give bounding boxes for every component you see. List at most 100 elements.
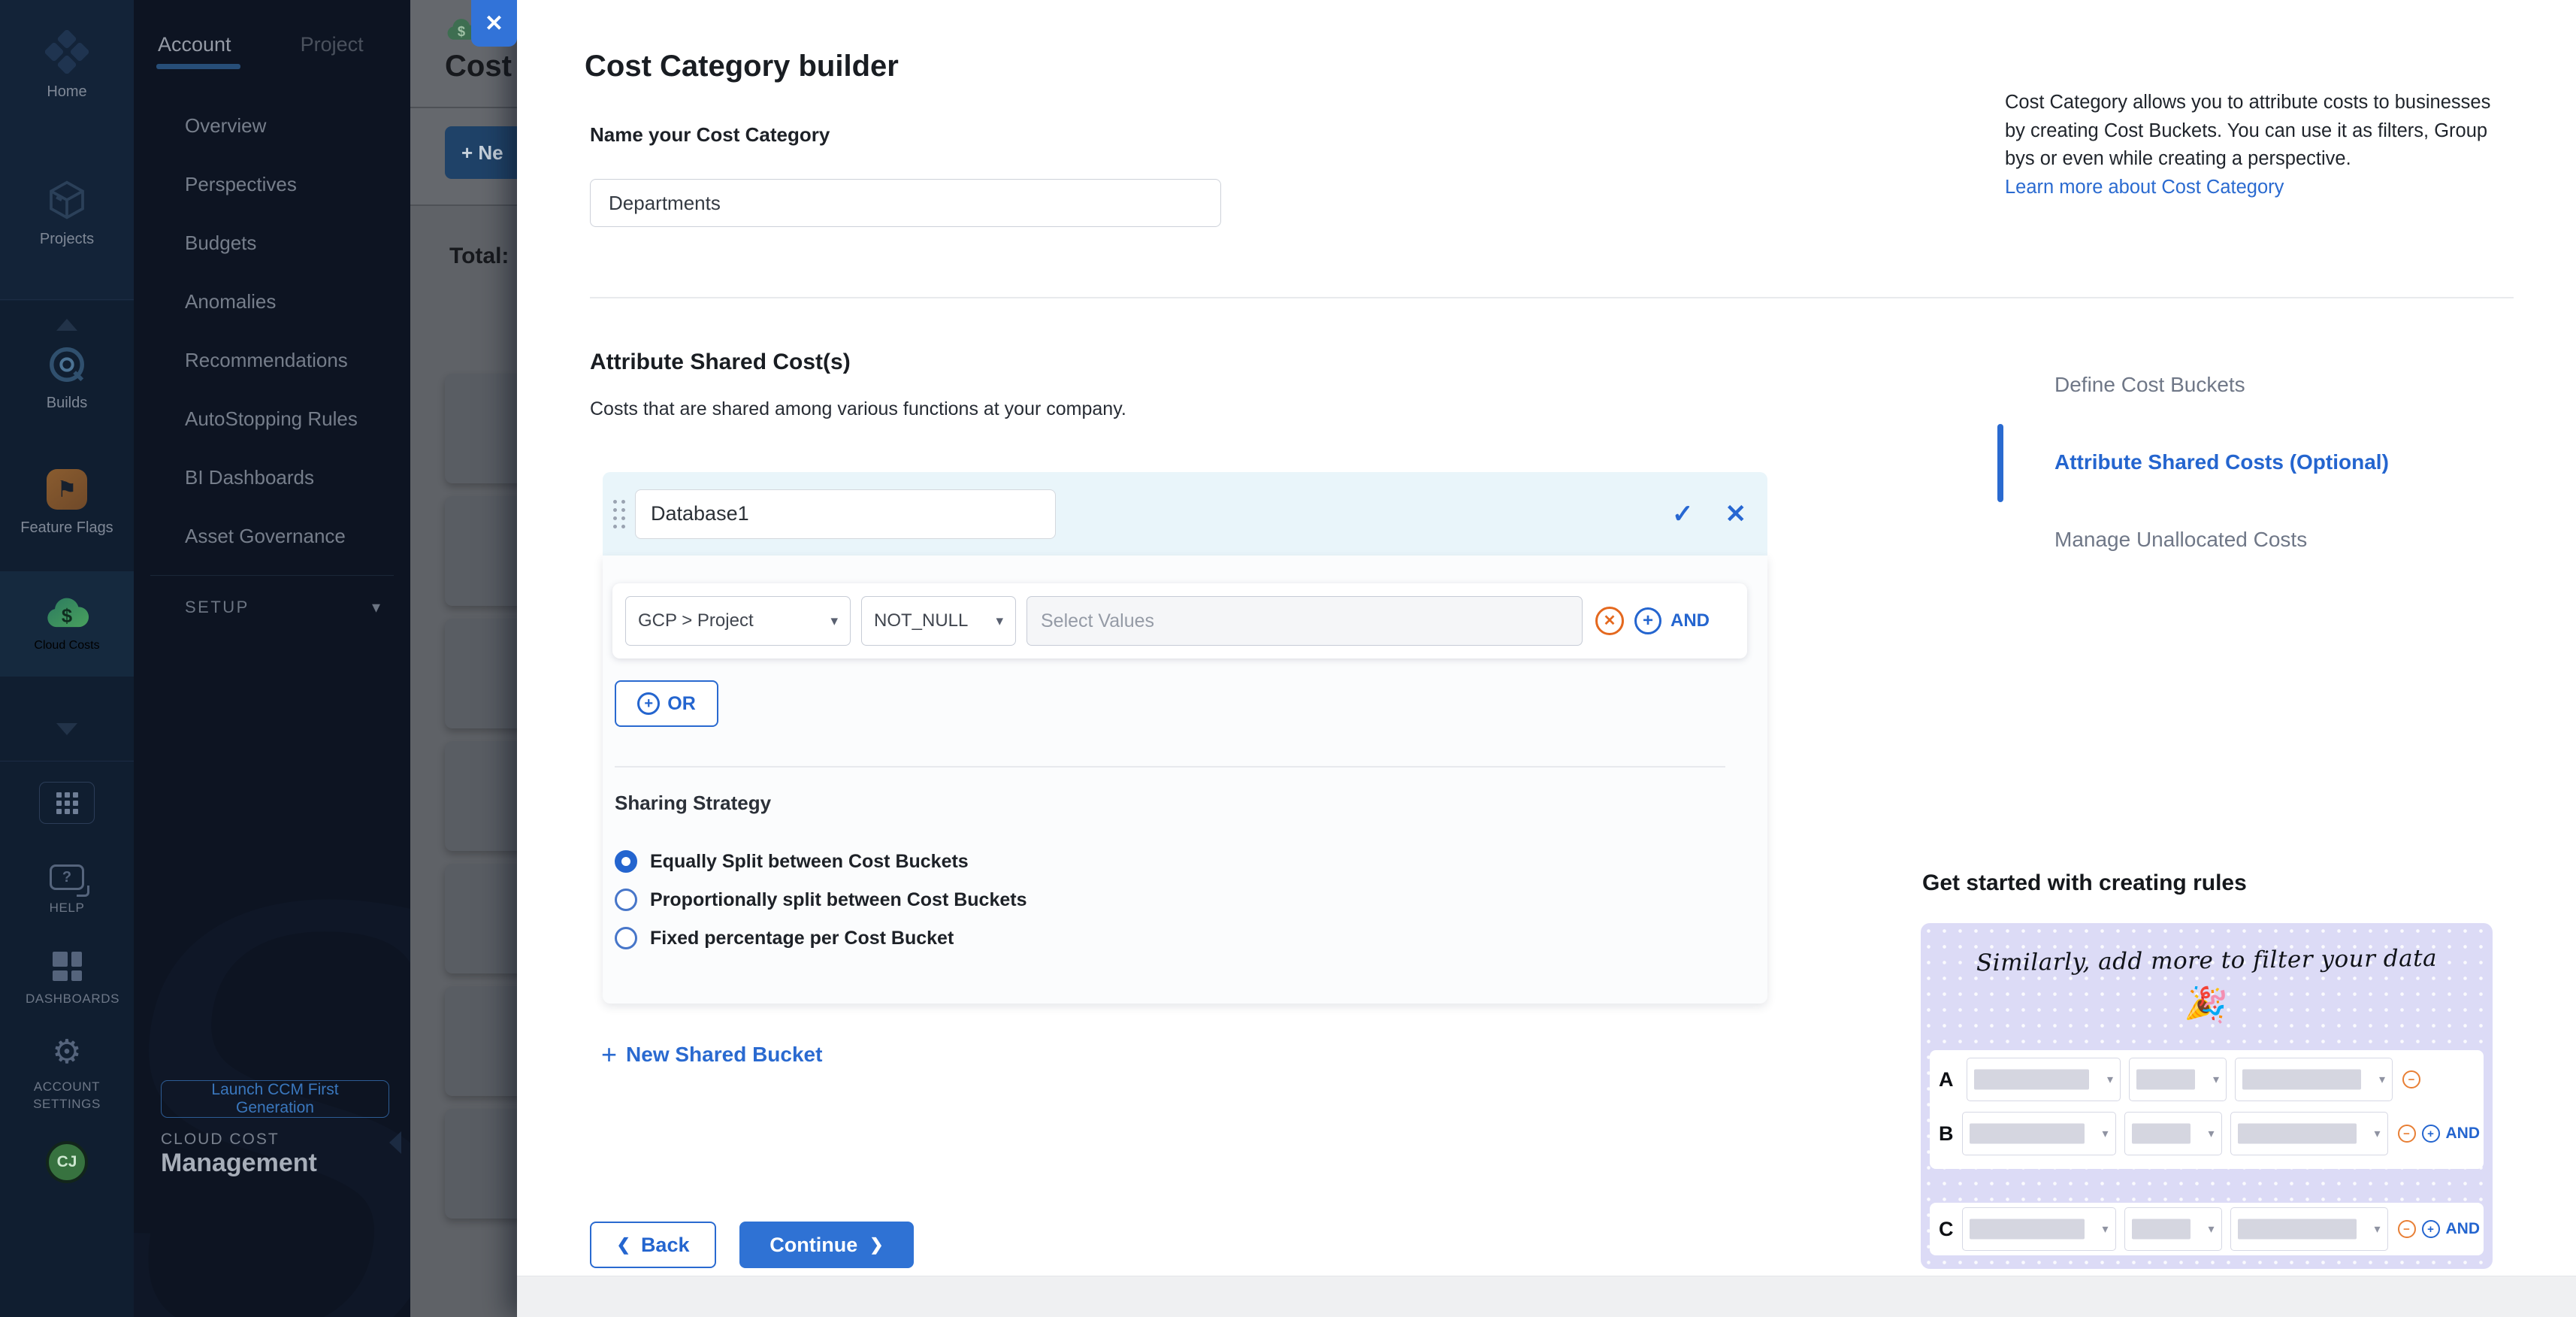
help-icon: ? — [50, 864, 84, 890]
continue-label: Continue — [769, 1234, 857, 1257]
caret-down-icon: ▾ — [2102, 1126, 2108, 1141]
radio-selected-icon — [615, 850, 637, 873]
scroll-down-icon[interactable] — [56, 723, 77, 735]
sidebar-item-anomalies[interactable]: Anomalies — [185, 290, 358, 313]
builds-icon — [47, 344, 87, 385]
sidebar-item-label: Home — [47, 83, 86, 101]
sidebar-item-asset-governance[interactable]: Asset Governance — [185, 525, 358, 547]
illustration-row-a: A ▾ ▾ ▾ − — [1939, 1058, 2475, 1101]
row-letter: B — [1939, 1122, 1954, 1146]
scroll-up-icon[interactable] — [56, 319, 77, 331]
dashboards-icon — [53, 952, 82, 981]
sidebar-item-label: ACCOUNT SETTINGS — [26, 1079, 108, 1113]
confirm-bucket-icon[interactable]: ✓ — [1672, 501, 1694, 527]
gear-icon: ⚙ — [52, 1036, 81, 1069]
caret-down-icon: ▾ — [830, 613, 838, 630]
placeholder-dropdown: ▾ — [1962, 1207, 2116, 1251]
new-shared-bucket-link[interactable]: + New Shared Bucket — [601, 1041, 822, 1068]
plus-icon: + — [2422, 1220, 2440, 1238]
sidebar-item-builds[interactable]: Builds — [0, 344, 134, 412]
sidebar-item-feature-flags[interactable]: ⚑ Feature Flags — [0, 469, 134, 537]
nav-divider — [150, 575, 394, 576]
rule-row: GCP > Project ▾ NOT_NULL ▾ ✕ + AND — [612, 583, 1747, 658]
rule-field-value: GCP > Project — [638, 610, 754, 631]
page-title: Cost — [445, 50, 512, 83]
sidebar-item-recommendations[interactable]: Recommendations — [185, 349, 358, 371]
caret-down-icon: ▾ — [2102, 1222, 2108, 1237]
step-manage-unallocated-costs[interactable]: Manage Unallocated Costs — [2054, 528, 2389, 553]
add-or-button[interactable]: + OR — [615, 680, 718, 727]
rule-values-input[interactable] — [1026, 596, 1583, 646]
radio-equally-split[interactable]: Equally Split between Cost Buckets — [615, 850, 969, 873]
avatar-initials: CJ — [57, 1153, 77, 1171]
sidebar-item-cloud-costs[interactable]: $ Cloud Costs — [0, 571, 134, 677]
page-title: Cost Category builder — [585, 50, 899, 83]
chevron-down-icon: ▾ — [372, 598, 380, 617]
step-define-cost-buckets[interactable]: Define Cost Buckets — [2054, 373, 2389, 398]
rule-operator-dropdown[interactable]: NOT_NULL ▾ — [861, 596, 1016, 646]
sidebar-item-budgets[interactable]: Budgets — [185, 232, 358, 254]
radio-fixed-percentage[interactable]: Fixed percentage per Cost Bucket — [615, 927, 954, 949]
delete-bucket-icon[interactable]: ✕ — [1725, 501, 1747, 527]
drag-handle-icon[interactable] — [613, 500, 625, 528]
sidebar-item-bi-dashboards[interactable]: BI Dashboards — [185, 466, 358, 489]
illustration-row-b: B ▾ ▾ ▾ − + AND — [1939, 1112, 2475, 1155]
sidebar-item-perspectives[interactable]: Perspectives — [185, 173, 358, 195]
tab-project[interactable]: Project — [301, 33, 364, 56]
shared-bucket-header: ✓ ✕ — [603, 472, 1767, 556]
minus-icon: − — [2398, 1220, 2416, 1238]
step-attribute-shared-costs[interactable]: Attribute Shared Costs (Optional) — [2054, 450, 2389, 476]
module-picker-button[interactable] — [39, 782, 95, 824]
minus-icon: − — [2402, 1070, 2420, 1088]
sidebar-item-help[interactable]: ? HELP — [0, 864, 134, 917]
module-label-small: CLOUD COST — [161, 1131, 280, 1149]
add-and-icon[interactable]: + — [1634, 607, 1661, 634]
collapse-nav-icon[interactable] — [389, 1131, 401, 1154]
cost-category-name-input[interactable] — [590, 179, 1221, 227]
close-drawer-button[interactable]: ✕ — [471, 0, 517, 47]
radio-unselected-icon — [615, 927, 637, 949]
learn-more-link[interactable]: Learn more about Cost Category — [2005, 174, 2514, 202]
chevron-right-icon: ❯ — [869, 1235, 883, 1255]
feature-flags-icon: ⚑ — [47, 469, 87, 510]
nav-menu: Overview Perspectives Budgets Anomalies … — [185, 114, 358, 583]
question-glyph: ? — [62, 869, 71, 886]
sidebar-item-overview[interactable]: Overview — [185, 114, 358, 137]
drawer-footer — [517, 1276, 2576, 1317]
divider — [590, 297, 2514, 298]
placeholder-dropdown: ▾ — [2230, 1112, 2388, 1155]
remove-rule-icon[interactable]: ✕ — [1595, 607, 1624, 635]
placeholder-dropdown: ▾ — [2129, 1058, 2227, 1101]
sidebar-item-label: Feature Flags — [20, 519, 113, 537]
back-button[interactable]: ❮ Back — [590, 1222, 716, 1268]
sidebar-item-dashboards[interactable]: DASHBOARDS — [0, 952, 134, 1008]
rule-field-dropdown[interactable]: GCP > Project ▾ — [625, 596, 851, 646]
rules-illustration: Similarly, add more to filter your data … — [1921, 923, 2493, 1269]
module-rail: Home Projects Builds ⚑ Feature Flags — [0, 0, 134, 1317]
new-shared-bucket-label: New Shared Bucket — [626, 1043, 822, 1067]
dollar-glyph: $ — [62, 606, 72, 627]
launch-ccm-first-gen-button[interactable]: Launch CCM First Generation — [161, 1080, 389, 1118]
placeholder-dropdown: ▾ — [2230, 1207, 2388, 1251]
row-letter: A — [1939, 1068, 1958, 1091]
placeholder-dropdown: ▾ — [1967, 1058, 2121, 1101]
section-description: Costs that are shared among various func… — [590, 398, 1126, 420]
or-button-label: OR — [667, 693, 696, 715]
sidebar-item-label: DASHBOARDS — [26, 991, 108, 1008]
bucket-name-input[interactable] — [635, 489, 1056, 539]
sidebar-item-projects[interactable]: Projects — [0, 179, 134, 248]
avatar[interactable]: CJ — [46, 1141, 88, 1183]
radio-proportionally-split[interactable]: Proportionally split between Cost Bucket… — [615, 889, 1026, 911]
and-button-label[interactable]: AND — [1670, 610, 1710, 631]
sidebar-item-autostopping-rules[interactable]: AutoStopping Rules — [185, 407, 358, 430]
sidebar-item-account-settings[interactable]: ⚙ ACCOUNT SETTINGS — [0, 1036, 134, 1113]
continue-button[interactable]: Continue ❯ — [739, 1222, 914, 1268]
plus-icon: + — [637, 692, 660, 715]
sidebar-item-home[interactable]: Home — [0, 30, 134, 101]
home-icon — [45, 30, 89, 74]
radio-unselected-icon — [615, 889, 637, 911]
minus-icon: − — [2398, 1125, 2416, 1143]
setup-section-toggle[interactable]: SETUP ▾ — [185, 598, 380, 617]
placeholder-dropdown: ▾ — [2124, 1207, 2222, 1251]
tab-account[interactable]: Account — [158, 33, 231, 56]
